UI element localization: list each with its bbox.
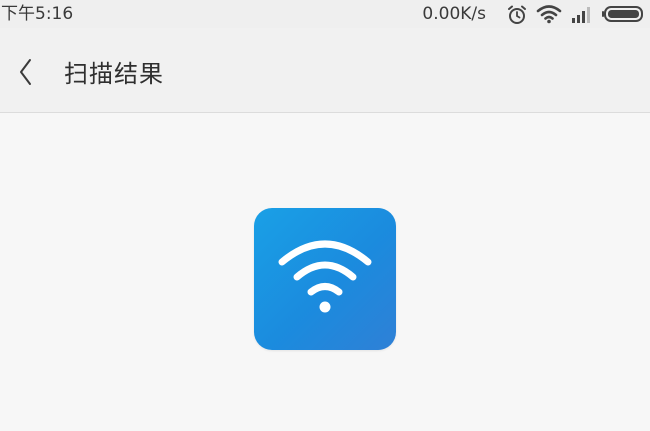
wifi-result-icon[interactable] <box>254 208 396 350</box>
battery-icon <box>602 4 646 24</box>
status-bar: 下午5:16 0.00K/s <box>0 0 650 28</box>
status-time: 下午5:16 <box>1 4 74 24</box>
network-speed: 0.00K/s <box>422 4 486 24</box>
back-button[interactable] <box>6 50 46 94</box>
app-bar: 扫描结果 <box>0 28 650 113</box>
status-indicators: 0.00K/s <box>422 2 646 26</box>
wifi-icon <box>536 4 562 24</box>
signal-icon <box>570 4 594 24</box>
scan-result-content <box>0 113 650 431</box>
page-title: 扫描结果 <box>64 60 164 88</box>
chevron-left-icon <box>20 59 31 85</box>
wifi-icon <box>278 240 372 313</box>
alarm-icon <box>506 4 528 24</box>
